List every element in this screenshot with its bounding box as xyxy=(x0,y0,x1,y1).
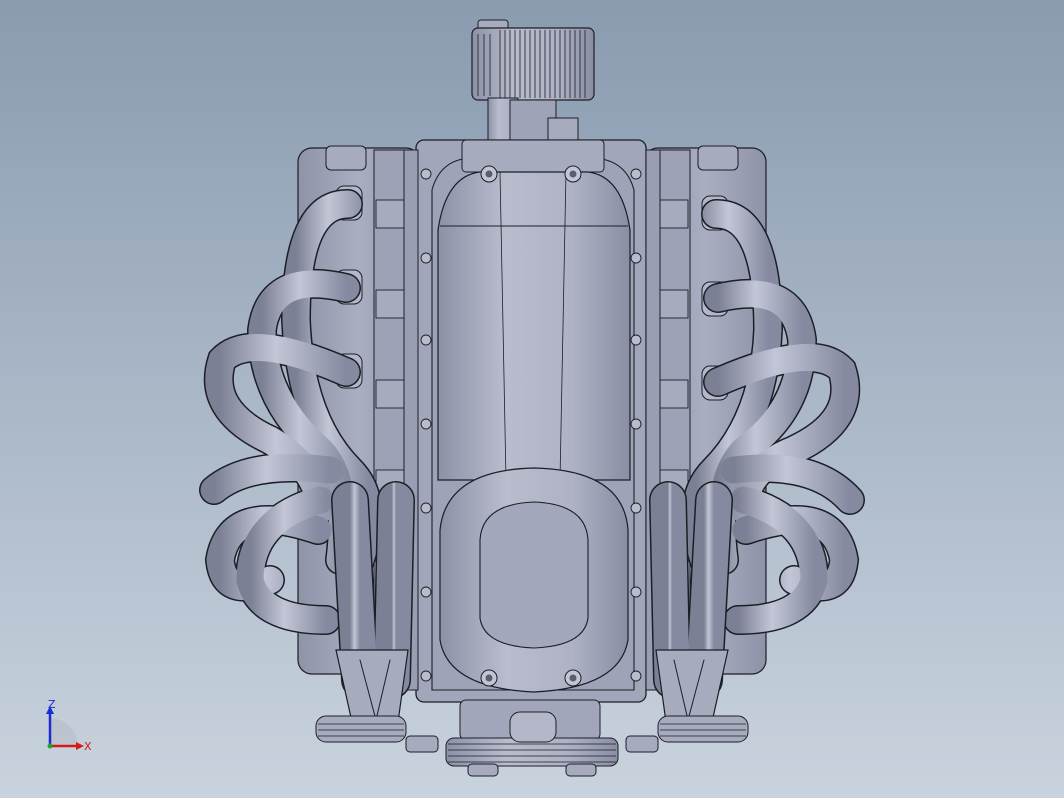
graphics-viewport[interactable]: Z X xyxy=(0,0,1064,798)
axis-triad: Z X xyxy=(46,698,92,753)
x-axis-label: X xyxy=(84,740,92,753)
intake-plenum[interactable] xyxy=(403,139,661,703)
z-axis-label: Z xyxy=(48,698,56,711)
top-pulley[interactable] xyxy=(471,19,595,143)
origin-point xyxy=(47,743,53,749)
x-arrow-icon xyxy=(76,742,84,750)
triad-plane xyxy=(50,718,78,746)
engine-model[interactable] xyxy=(0,0,1064,798)
